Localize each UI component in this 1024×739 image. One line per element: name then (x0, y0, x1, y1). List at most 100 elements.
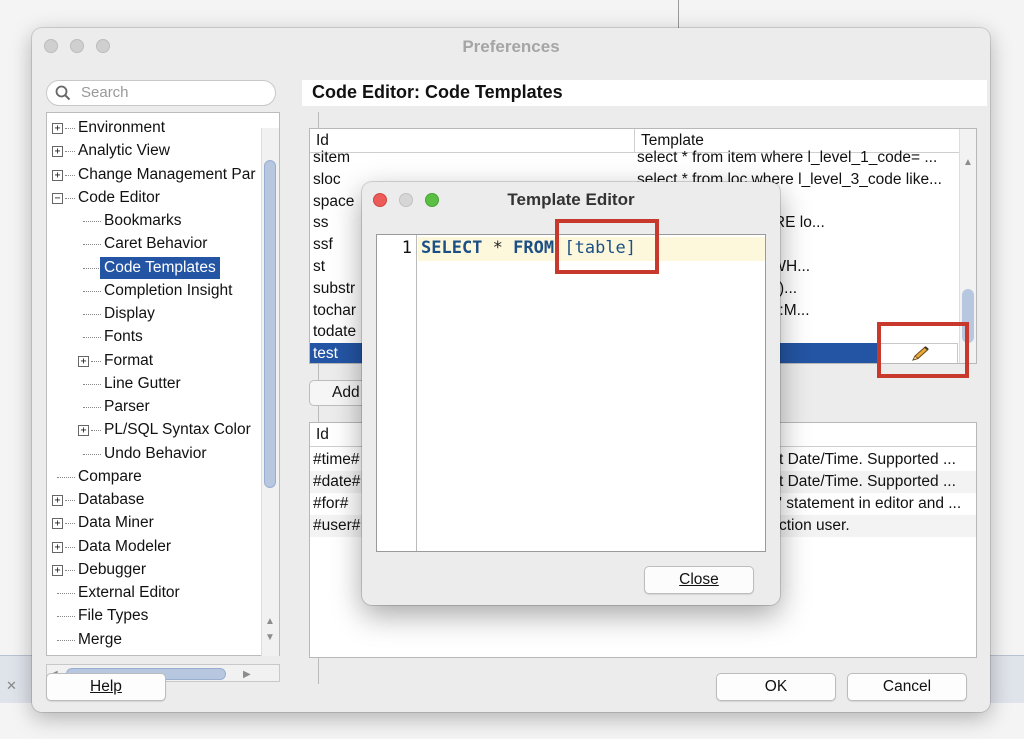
tree-item[interactable]: Code Templates (47, 256, 277, 279)
tree-connector (57, 616, 75, 618)
variable-description-cell[interactable]: t Date/Time. Supported ... (776, 449, 976, 471)
tree-item[interactable]: + Analytic View (47, 140, 277, 162)
tree-connector (83, 407, 101, 408)
expand-icon[interactable]: + (52, 518, 63, 530)
dialog-title: Template Editor (507, 190, 635, 209)
tree-item[interactable]: Line Gutter (47, 373, 277, 395)
title-bar: Preferences (32, 28, 990, 66)
variable-description-cell[interactable]: ction user. (776, 515, 976, 537)
tree-item-label: Analytic View (78, 142, 170, 160)
collapse-icon[interactable]: − (52, 192, 63, 204)
tree-connector (83, 453, 101, 455)
tree-connector (57, 639, 75, 641)
tree-item[interactable]: Parser (47, 396, 277, 418)
expand-icon[interactable]: + (52, 564, 63, 576)
expand-icon[interactable]: + (52, 495, 63, 506)
tree-scroll-up-icon[interactable]: ▲ (265, 616, 275, 627)
template-text-cell[interactable]: select * from item where l_level_1_code=… (634, 147, 958, 169)
ok-button[interactable]: OK (716, 673, 836, 701)
tree-item[interactable]: Display (47, 303, 277, 325)
page-title: Code Editor: Code Templates (302, 80, 987, 106)
tree-scroll-down-icon[interactable]: ▼ (265, 632, 275, 643)
background-close-icon: ✕ (6, 678, 17, 693)
tree-item-label: External Editor (78, 584, 180, 601)
tree-item[interactable]: + Data Modeler (47, 536, 277, 558)
search-icon (55, 85, 71, 101)
tree-connector (83, 221, 101, 222)
tree-connector (83, 337, 101, 339)
expand-icon[interactable]: + (78, 425, 89, 437)
cancel-button[interactable]: Cancel (847, 673, 967, 701)
tree-item[interactable]: Compare (47, 466, 277, 488)
search-field[interactable]: Search (46, 80, 276, 106)
keyword-select: SELECT (421, 238, 483, 258)
tree-item[interactable]: − Code Editor (47, 187, 277, 209)
help-label: Help (90, 678, 122, 695)
expand-icon[interactable]: + (52, 146, 63, 158)
tree-item[interactable]: + Environment (47, 117, 277, 139)
tree-item[interactable]: Fonts (47, 326, 277, 348)
tree-connector (65, 128, 75, 129)
variable-description-cell[interactable]: t Date/Time. Supported ... (776, 471, 976, 493)
tree-item[interactable]: + Format (47, 350, 277, 372)
tree-connector (65, 197, 75, 199)
expand-icon[interactable]: + (52, 541, 63, 553)
tree-connector (83, 244, 101, 246)
tree-connector (65, 500, 75, 501)
tree-item[interactable]: Undo Behavior (47, 443, 277, 465)
tree-connector (83, 383, 101, 385)
tree-item[interactable]: External Editor (47, 582, 277, 604)
tree-connector (65, 174, 75, 176)
tree-item-label: Display (104, 305, 155, 322)
tree-item-label: Database (78, 491, 145, 508)
tree-item-label: Debugger (78, 560, 147, 578)
expand-icon[interactable]: + (78, 355, 89, 367)
tree-item[interactable]: + PL/SQL Syntax Color (47, 419, 277, 441)
tree-item[interactable]: + Database (47, 489, 277, 511)
tree-connector (65, 546, 75, 548)
tree-item-label: Undo Behavior (104, 444, 207, 462)
tree-item-label: Completion Insight (104, 281, 233, 299)
window-title: Preferences (462, 37, 560, 56)
tree-item-label: Compare (78, 467, 142, 485)
operator-star: * (492, 238, 503, 258)
expand-icon[interactable]: + (52, 123, 63, 134)
template-id-cell[interactable]: sitem (310, 147, 630, 169)
tree-item[interactable]: Merge (47, 629, 277, 651)
tree-item[interactable]: + Debugger (47, 559, 277, 581)
dialog-close-action-button[interactable]: Close (644, 566, 754, 594)
tree-connector (91, 360, 101, 362)
help-button[interactable]: Help (46, 673, 166, 701)
tree-item[interactable]: Bookmarks (47, 210, 277, 232)
tree-item[interactable]: + Change Management Par (47, 164, 277, 186)
tree-connector (57, 476, 75, 478)
tree-item-label: File Types (78, 607, 149, 625)
expand-icon[interactable]: + (52, 169, 63, 181)
tree-item-label: Data Miner (78, 514, 154, 532)
tree-item-label: Fonts (104, 328, 143, 346)
tree-item-label: Format (104, 351, 154, 369)
tree-connector (83, 314, 101, 315)
tree-connector (65, 569, 75, 571)
tree-connector (65, 151, 75, 153)
annotation-box-table-placeholder (555, 219, 659, 274)
annotation-box-edit-icon (877, 322, 969, 378)
tree-scroll-right-icon[interactable]: ▶ (243, 669, 251, 680)
tree-item-label: Code Templates (100, 256, 220, 279)
tree-item[interactable]: + Data Miner (47, 512, 277, 534)
tree-item-label: Line Gutter (104, 374, 181, 392)
line-gutter: 1 (377, 235, 417, 551)
background-window-strip-right (990, 655, 1024, 703)
tree-item-label: Merge (78, 630, 122, 648)
templates-scroll-up-icon[interactable]: ▲ (963, 157, 973, 168)
tree-item-label: Code Editor (78, 188, 160, 206)
tree-item-label: Change Management Par (78, 165, 256, 183)
search-placeholder: Search (81, 84, 129, 101)
tree-item[interactable]: Completion Insight (47, 280, 277, 302)
variable-description-cell[interactable]: ' statement in editor and ... (776, 493, 976, 515)
tree-scroll-thumb[interactable] (264, 160, 276, 488)
tree-item[interactable]: Caret Behavior (47, 233, 277, 255)
code-editor[interactable]: 1 SELECT * FROM [table] (376, 234, 766, 552)
preferences-tree[interactable]: + Environment + Analytic View + Change Manage… (46, 112, 280, 656)
tree-item[interactable]: File Types (47, 605, 277, 627)
